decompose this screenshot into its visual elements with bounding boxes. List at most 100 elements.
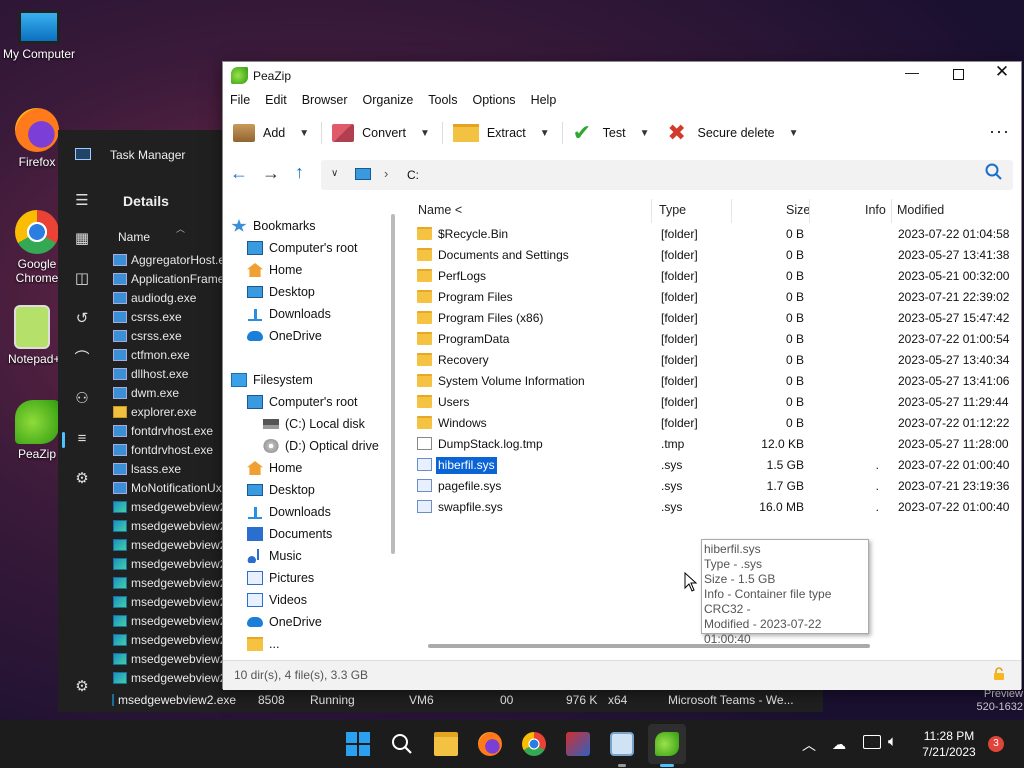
column-header-name[interactable]: Name <	[418, 203, 462, 223]
clock[interactable]: 11:28 PM 7/21/2023	[918, 728, 980, 760]
file-row[interactable]: DumpStack.log.tmp .tmp 12.0 KB 2023-05-27 1…	[411, 434, 1021, 455]
menu-options[interactable]: Options	[465, 90, 523, 112]
process-row[interactable]: lsass.exe	[113, 459, 181, 478]
monitor-icon[interactable]	[863, 735, 881, 749]
minimize-button[interactable]: —	[897, 64, 927, 88]
up-arrow-icon[interactable]: ↑	[295, 162, 304, 183]
address-path[interactable]: C:	[407, 168, 419, 182]
tree-fs-item[interactable]: Home	[247, 457, 302, 479]
tree-bookmark-item[interactable]: Desktop	[247, 281, 315, 303]
menu-tools[interactable]: Tools	[421, 90, 465, 112]
extract-button[interactable]: Extract ▼	[443, 117, 550, 149]
chevron-down-icon[interactable]: ▼	[299, 128, 309, 139]
forward-arrow-icon[interactable]: →	[262, 163, 280, 184]
file-row[interactable]: hiberfil.sys .sys 1.5 GB. 2023-07-22 01:00:…	[411, 455, 1021, 476]
tree-bookmark-item[interactable]: Downloads	[247, 303, 331, 325]
file-row[interactable]: Program Files (x86) [folder] 0 B 2023-05-27…	[411, 308, 1021, 329]
secure-delete-button[interactable]: ✖ Secure delete ▼	[650, 117, 799, 149]
file-row[interactable]: Program Files [folder] 0 B 2023-07-21 22:39…	[411, 287, 1021, 308]
chrome-icon[interactable]	[522, 732, 546, 756]
tree-bookmark-item[interactable]: Home	[247, 259, 302, 281]
file-row[interactable]: $Recycle.Bin [folder] 0 B 2023-07-22 01:04:…	[411, 224, 1021, 245]
history-chevron-icon[interactable]: ∨	[331, 168, 338, 179]
peazip-icon[interactable]	[655, 732, 679, 756]
tree-drive-d[interactable]: (D:) Optical drive	[263, 435, 379, 457]
task-manager-window[interactable]: Task Manager ☰ ▦ ◫ ↺ ⌒ ⚇ ≡ ⚙ ⚙ Details N…	[58, 130, 272, 712]
app-history-icon[interactable]: ↺	[73, 310, 91, 328]
settings-icon[interactable]: ⚙	[73, 678, 91, 696]
details-icon[interactable]: ≡	[73, 430, 91, 448]
column-header-type[interactable]: Type	[659, 203, 686, 223]
desktop-icon-my-computer[interactable]: My Computer	[2, 10, 76, 61]
address-field[interactable]: ∨ › C:	[321, 160, 1013, 190]
close-button[interactable]: ✕	[987, 62, 1017, 86]
file-row[interactable]: ProgramData [folder] 0 B 2023-07-22 01:00:5…	[411, 329, 1021, 350]
column-header-modified[interactable]: Modified	[897, 203, 944, 223]
file-row[interactable]: swapfile.sys .sys 16.0 MB. 2023-07-22 01:00…	[411, 497, 1021, 518]
search-icon[interactable]	[985, 163, 1003, 181]
lock-icon[interactable]	[993, 667, 1005, 680]
tree-fs-item[interactable]: Downloads	[247, 501, 331, 523]
process-row[interactable]: csrss.exe	[113, 307, 182, 326]
menu-browser[interactable]: Browser	[295, 90, 356, 112]
file-row[interactable]: Recovery [folder] 0 B 2023-05-27 13:40:34	[411, 350, 1021, 371]
tree-filesystem[interactable]: Filesystem	[231, 369, 313, 391]
add-button[interactable]: Add ▼	[223, 117, 309, 149]
notification-badge[interactable]: 3	[988, 736, 1004, 752]
tree-fs-item[interactable]: Documents	[247, 523, 332, 545]
file-row[interactable]: PerfLogs [folder] 0 B 2023-05-21 00:32:00	[411, 266, 1021, 287]
more-options-icon[interactable]: ···	[989, 121, 1010, 142]
desktop-icon-notepadpp[interactable]: Notepad++	[2, 305, 62, 366]
column-name-header[interactable]: Name	[118, 230, 150, 244]
firefox-icon[interactable]	[478, 732, 502, 756]
process-row[interactable]: dwm.exe	[113, 383, 179, 402]
menu-help[interactable]: Help	[524, 90, 565, 112]
peazip-window[interactable]: PeaZip — ✕ File Edit Browser Organize Tools O…	[222, 61, 1022, 690]
startup-icon[interactable]: ⌒	[73, 350, 91, 368]
file-row[interactable]: System Volume Information [folder] 0 B 2023…	[411, 371, 1021, 392]
file-row[interactable]: Documents and Settings [folder] 0 B 2023-05…	[411, 245, 1021, 266]
menu-organize[interactable]: Organize	[356, 90, 422, 112]
chevron-down-icon[interactable]: ▼	[420, 128, 430, 139]
process-row[interactable]: ctfmon.exe	[113, 345, 190, 364]
tree-bookmark-item[interactable]: OneDrive	[247, 325, 322, 347]
volume-icon[interactable]: 🔈︎	[888, 733, 897, 750]
file-row[interactable]: Windows [folder] 0 B 2023-07-22 01:12:22	[411, 413, 1021, 434]
file-row[interactable]: pagefile.sys .sys 1.7 GB. 2023-07-21 23:19:…	[411, 476, 1021, 497]
tree-drive-c[interactable]: (C:) Local disk	[263, 413, 365, 435]
tree-computer-root[interactable]: Computer's root	[247, 391, 358, 413]
test-button[interactable]: ✔ Test ▼	[563, 117, 650, 149]
process-row[interactable]: dllhost.exe	[113, 364, 188, 383]
process-row[interactable]: explorer.exe	[113, 402, 196, 421]
tree-fs-item[interactable]: Desktop	[247, 479, 315, 501]
tree-fs-item[interactable]: Videos	[247, 589, 307, 611]
start-windows-icon[interactable]	[346, 732, 370, 756]
tree-bookmarks[interactable]: Bookmarks	[231, 215, 316, 237]
title-bar[interactable]: PeaZip — ✕	[223, 62, 1021, 90]
task-manager-icon[interactable]	[610, 732, 634, 756]
file-explorer-icon[interactable]	[434, 732, 458, 756]
process-row[interactable]: csrss.exe	[113, 326, 182, 345]
maximize-button[interactable]	[943, 64, 973, 88]
convert-button[interactable]: Convert ▼	[322, 117, 430, 149]
app-n-icon[interactable]	[566, 732, 590, 756]
services-icon[interactable]: ⚙	[73, 470, 91, 488]
search-icon[interactable]	[390, 732, 414, 756]
process-row[interactable]: audiodg.exe	[113, 288, 196, 307]
horizontal-scrollbar[interactable]	[428, 644, 870, 648]
performance-icon[interactable]: ◫	[73, 270, 91, 288]
tree-fs-item[interactable]: Music	[247, 545, 302, 567]
network-icon[interactable]: ☁	[832, 736, 846, 753]
processes-icon[interactable]: ▦	[73, 230, 91, 248]
users-icon[interactable]: ⚇	[73, 390, 91, 408]
column-header-info[interactable]: Info	[865, 203, 886, 223]
show-hidden-icons-chevron[interactable]: ︿	[802, 735, 816, 755]
column-header-size[interactable]: Size	[786, 203, 810, 223]
process-row[interactable]: fontdrvhost.exe	[113, 421, 213, 440]
tree-bookmark-item[interactable]: Computer's root	[247, 237, 358, 259]
menu-file[interactable]: File	[223, 90, 258, 112]
tree-fs-item[interactable]: OneDrive	[247, 611, 322, 633]
tree-scrollbar[interactable]	[391, 214, 395, 554]
chevron-down-icon[interactable]: ▼	[640, 128, 650, 139]
menu-edit[interactable]: Edit	[258, 90, 295, 112]
